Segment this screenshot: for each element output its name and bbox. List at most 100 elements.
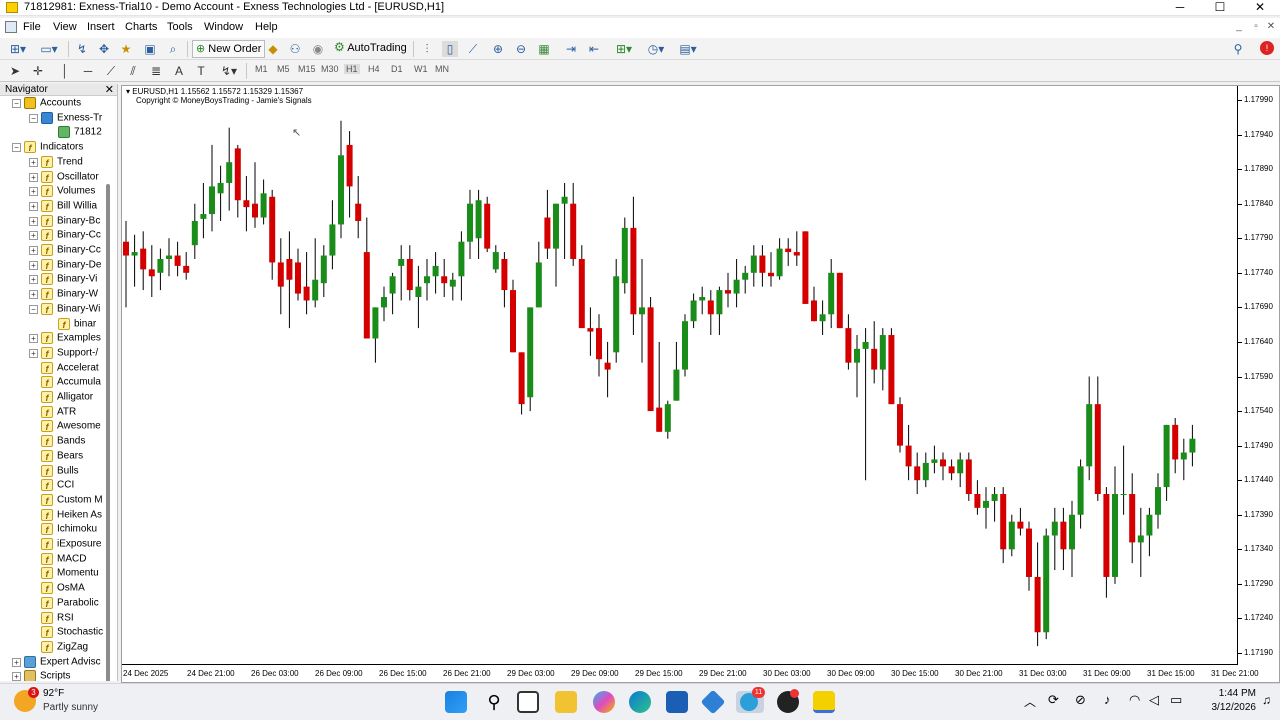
- navigator-item[interactable]: + f Support-/: [29, 346, 98, 361]
- metatrader-taskbar-icon[interactable]: [813, 691, 835, 713]
- metaeditor-icon[interactable]: ◆: [265, 41, 281, 57]
- clock-time[interactable]: 1:44 PM: [1196, 688, 1256, 699]
- timeframe-m30[interactable]: M30: [321, 64, 339, 74]
- navigator-item[interactable]: + f Binary-Cc: [29, 244, 101, 258]
- collapse-icon[interactable]: −: [12, 99, 21, 108]
- expand-icon[interactable]: +: [29, 157, 38, 167]
- minimize-button[interactable]: ─: [1160, 0, 1200, 16]
- arrows-icon[interactable]: ↯▾: [218, 63, 240, 79]
- microphone-icon[interactable]: ♪: [1104, 692, 1111, 707]
- text-icon[interactable]: A: [172, 63, 186, 79]
- telegram-taskbar-item[interactable]: 11: [736, 687, 765, 713]
- crosshair-icon[interactable]: ✛: [31, 63, 45, 79]
- volume-icon[interactable]: ◁: [1149, 692, 1159, 708]
- navigator-item[interactable]: f Momentu: [41, 567, 99, 581]
- zoom-out-icon[interactable]: ⊖: [513, 41, 529, 57]
- edge-icon[interactable]: [629, 691, 651, 713]
- mdi-close-button[interactable]: ✕: [1264, 21, 1278, 32]
- navigator-item[interactable]: − f Indicators: [12, 141, 83, 155]
- vscode-icon[interactable]: [700, 689, 726, 715]
- price-axis[interactable]: 1.17990 1.17940 1.17890 1.17840 1.17790 1.177…: [1238, 86, 1280, 665]
- timeframe-h4[interactable]: H4: [368, 64, 380, 74]
- chart-plot-area[interactable]: ▾ EURUSD,H1 1.15562 1.15572 1.15329 1.15…: [122, 86, 1238, 665]
- navigator-item[interactable]: f Alligator: [41, 391, 93, 405]
- weather-temp[interactable]: 92°F: [43, 688, 64, 699]
- start-icon[interactable]: [445, 691, 467, 713]
- search-icon[interactable]: ⚲: [1230, 41, 1246, 57]
- navigator-item[interactable]: f Heiken As: [41, 508, 102, 523]
- navigator-item[interactable]: f OsMA: [41, 582, 85, 596]
- expand-icon[interactable]: +: [29, 260, 38, 270]
- navigator-item[interactable]: f Parabolic: [41, 596, 99, 611]
- expand-icon[interactable]: +: [29, 290, 38, 300]
- menu-view[interactable]: View: [53, 21, 77, 33]
- chart-shift-icon[interactable]: ⇥: [563, 41, 579, 57]
- menu-window[interactable]: Window: [204, 21, 243, 33]
- autoscroll-icon[interactable]: ⇤: [586, 41, 602, 57]
- mdi-restore-button[interactable]: ▫: [1249, 21, 1263, 32]
- navigator-item[interactable]: f Ichimoku: [41, 523, 97, 537]
- zoom-in-icon[interactable]: ⊕: [490, 41, 506, 57]
- navigator-item[interactable]: + f Binary-De: [29, 258, 101, 273]
- expand-icon[interactable]: +: [29, 172, 38, 182]
- navigator-item[interactable]: f MACD: [41, 552, 86, 567]
- navigator-item[interactable]: + f Binary-Bc: [29, 214, 100, 229]
- navigator-item[interactable]: + f Binary-Vi: [29, 273, 97, 287]
- navigator-item[interactable]: + f Oscillator: [29, 170, 99, 185]
- expand-icon[interactable]: +: [12, 672, 21, 681]
- navigator-item[interactable]: + f Bill Willia: [29, 199, 97, 214]
- timeframe-d1[interactable]: D1: [391, 64, 403, 74]
- text-label-icon[interactable]: T: [194, 63, 208, 79]
- time-axis[interactable]: 24 Dec 2025 24 Dec 21:00 26 Dec 03:00 26 De…: [122, 665, 1280, 683]
- navigator-item[interactable]: − Accounts: [12, 97, 81, 111]
- search-taskbar-icon[interactable]: ⚲: [483, 691, 505, 713]
- navigator-scrollbar[interactable]: [106, 184, 110, 681]
- obs-icon[interactable]: [777, 689, 799, 713]
- cursor-icon[interactable]: ➤: [8, 63, 22, 79]
- terminal-icon[interactable]: ▣: [142, 41, 158, 57]
- navigator-item[interactable]: + f Binary-Cc: [29, 229, 101, 243]
- copilot-icon[interactable]: [593, 691, 615, 713]
- notification-bell-icon[interactable]: ♫: [1262, 693, 1271, 707]
- chart-window-icon[interactable]: [5, 21, 17, 33]
- autotrading-button[interactable]: ⚙ AutoTrading: [331, 40, 410, 58]
- no-network-icon[interactable]: ⊘: [1075, 692, 1086, 708]
- new-order-button[interactable]: ⊕ New Order: [192, 40, 266, 58]
- fibonacci-icon[interactable]: ≣: [149, 63, 163, 79]
- navigator-item[interactable]: + Expert Advisc: [12, 655, 101, 670]
- navigator-close-icon[interactable]: ✕: [105, 84, 114, 96]
- sync-icon[interactable]: ⟳: [1048, 692, 1059, 708]
- navigator-item[interactable]: f RSI: [41, 611, 74, 626]
- bar-chart-icon[interactable]: ⫶: [419, 41, 435, 57]
- line-chart-icon[interactable]: ⟋: [465, 41, 481, 57]
- vertical-line-icon[interactable]: │: [58, 63, 72, 79]
- mdi-minimize-button[interactable]: _: [1232, 21, 1246, 32]
- timeframe-h1[interactable]: H1: [344, 64, 360, 74]
- trendline-icon[interactable]: ⟋: [104, 63, 118, 79]
- collapse-icon[interactable]: −: [29, 113, 38, 123]
- navigator-item[interactable]: f Stochastic: [41, 626, 103, 640]
- navigator-item[interactable]: f Awesome: [41, 420, 101, 434]
- timeframe-mn[interactable]: MN: [435, 64, 449, 74]
- expand-icon[interactable]: +: [29, 246, 38, 255]
- navigator-item[interactable]: f ZigZag: [41, 640, 88, 655]
- task-view-icon[interactable]: [517, 691, 539, 713]
- show-hidden-icons[interactable]: ︿: [1024, 693, 1036, 710]
- expand-icon[interactable]: +: [29, 201, 38, 211]
- maximize-button[interactable]: ☐: [1200, 0, 1240, 16]
- navigator-item[interactable]: f Bears: [41, 449, 83, 464]
- horizontal-line-icon[interactable]: ─: [81, 63, 95, 79]
- navigator-icon[interactable]: ★: [118, 41, 134, 57]
- navigator-item[interactable]: − f Binary-Wi: [29, 302, 100, 317]
- clock-date[interactable]: 3/12/2026: [1196, 702, 1257, 713]
- tile-windows-icon[interactable]: ▦: [536, 41, 552, 57]
- new-chart-icon[interactable]: ⊞▾: [6, 41, 30, 57]
- expand-icon[interactable]: +: [29, 216, 38, 226]
- timeframe-m5[interactable]: M5: [277, 64, 290, 74]
- menu-insert[interactable]: Insert: [87, 21, 115, 33]
- store-icon[interactable]: [666, 691, 688, 713]
- vps-icon[interactable]: ◉: [310, 41, 326, 57]
- menu-tools[interactable]: Tools: [167, 21, 193, 33]
- templates-icon[interactable]: ▤▾: [675, 41, 701, 57]
- wifi-icon[interactable]: ◠: [1129, 692, 1140, 708]
